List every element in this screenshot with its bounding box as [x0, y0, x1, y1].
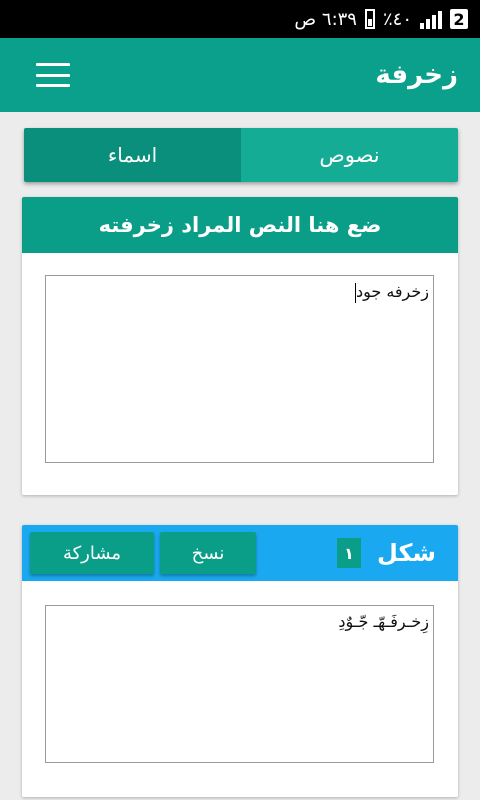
battery-percent: ٪٤٠ [382, 8, 412, 30]
shape-label: ١ شكل [337, 538, 436, 568]
result-card: مشاركة نسخ ١ شكل زِخـرفَـهّـ جّـوٌدِ [22, 525, 458, 797]
sim-badge: 2 [450, 9, 468, 29]
battery-icon [364, 9, 375, 29]
input-card-header: ضع هنا النص المراد زخرفته [22, 197, 458, 253]
app-title: زخرفة [375, 60, 458, 90]
result-card-header: مشاركة نسخ ١ شكل [22, 525, 458, 581]
text-input[interactable]: زخرفه جود [45, 275, 434, 463]
copy-button[interactable]: نسخ [160, 532, 256, 574]
status-time: ٦:٣٩ ص [294, 8, 357, 30]
tab-bar: اسماء نصوص [24, 128, 458, 182]
text-input-value: زخرفه جود [355, 282, 429, 301]
share-button[interactable]: مشاركة [30, 532, 154, 574]
tab-names[interactable]: اسماء [24, 128, 241, 182]
shape-title: شكل [377, 539, 436, 567]
result-text: زِخـرفَـهّـ جّـوٌدِ [338, 612, 429, 631]
hamburger-menu-icon[interactable] [36, 63, 70, 87]
status-bar: ٦:٣٩ ص ٪٤٠ 2 [0, 0, 480, 38]
app-bar: زخرفة [0, 38, 480, 112]
tab-texts[interactable]: نصوص [241, 128, 458, 182]
result-output[interactable]: زِخـرفَـهّـ جّـوٌدِ [45, 605, 434, 763]
shape-number-badge: ١ [337, 538, 362, 568]
result-actions: مشاركة نسخ [30, 532, 256, 574]
input-card: ضع هنا النص المراد زخرفته زخرفه جود [22, 197, 458, 495]
signal-icon [420, 9, 442, 29]
